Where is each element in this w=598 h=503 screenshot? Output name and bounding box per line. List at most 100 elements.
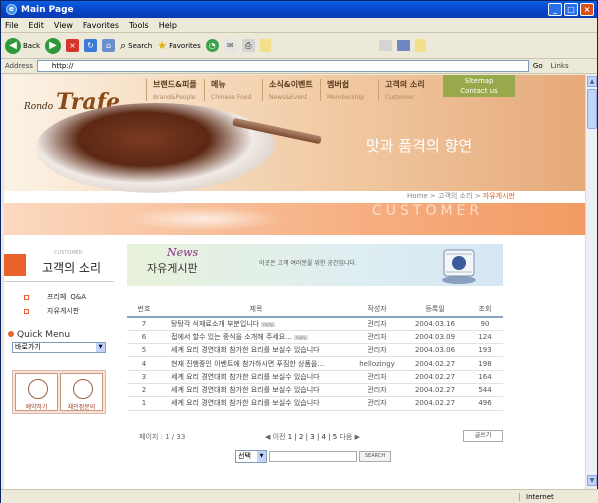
close-button[interactable]: × [580, 3, 594, 16]
nav-customer[interactable]: 고객의 소리 Customer [378, 79, 436, 101]
back-button[interactable]: ◀ Back [5, 37, 40, 54]
col-title: 제목 [161, 301, 351, 318]
row-author: 관리자 [351, 370, 403, 384]
row-views: 544 [467, 383, 503, 398]
address-bar: Address http:// Go Links [1, 59, 597, 74]
status-bar: Internet [1, 489, 598, 503]
forward-button[interactable]: ▶ [45, 37, 61, 54]
next-link[interactable]: 다음 ▶ [339, 433, 360, 441]
title-bar: e Main Page _ □ × [1, 1, 597, 18]
side-menu-qna[interactable]: 프리페 Q&A [24, 292, 86, 302]
menu-help[interactable]: Help [159, 21, 177, 30]
table-row[interactable]: 1 세계 요리 경연대회 참가한 요리를 보실수 있습니다 관리자 2004.02.2… [127, 396, 503, 411]
row-author: 관리자 [351, 343, 403, 358]
scroll-up-arrow[interactable]: ▲ [587, 76, 597, 87]
global-nav: 브랜드&피플 Brand&People 메뉴 Chinese Food 소식&이벤트… [146, 79, 436, 101]
scroll-thumb[interactable] [587, 89, 597, 129]
history-button[interactable]: ◔ [205, 39, 219, 52]
favorites-button[interactable]: ★ Favorites [157, 39, 201, 52]
table-row[interactable]: 7 탕탕각 식재료소개 부분입니다 reply 관리자 2004.03.16 90 [127, 317, 503, 331]
reply-badge: reply [293, 334, 308, 340]
tool-button-2[interactable] [396, 40, 410, 51]
row-title[interactable]: 세계 요리 경연대회 참가한 요리를 보실수 있습니다 [161, 370, 351, 384]
nav-membership[interactable]: 멤버쉽 Membership [320, 79, 378, 101]
tool-button-3[interactable] [414, 39, 426, 52]
bullet-icon [24, 308, 29, 314]
search-button[interactable]: ⌕ Search [120, 39, 152, 53]
quick-menu-icon [8, 331, 14, 337]
search-field-select[interactable]: 선택 ▼ [235, 450, 267, 463]
nav-menu[interactable]: 메뉴 Chinese Food [204, 79, 262, 101]
table-row[interactable]: 3 세계 요리 경연대회 참가한 요리를 보실수 있습니다 관리자 2004.02.2… [127, 370, 503, 384]
row-title[interactable]: 세계 요리 경연대회 참가한 요리를 보실수 있습니다 [161, 343, 351, 358]
address-label: Address [5, 62, 33, 70]
links-button[interactable]: Links [551, 62, 569, 70]
side-title-en: CUSTOMER [54, 250, 83, 256]
menu-favorites[interactable]: Favorites [83, 21, 119, 30]
row-no: 4 [127, 356, 161, 371]
maximize-button[interactable]: □ [564, 3, 578, 16]
search-input[interactable] [269, 451, 357, 462]
row-author: hellozingy [351, 356, 403, 371]
chevron-down-icon: ▼ [96, 343, 105, 352]
row-title[interactable]: 접에서 할수 있는 중식을 소개해 주세요... reply [161, 330, 351, 345]
sitemap-box: Sitemap Contact us [443, 75, 515, 97]
write-button[interactable]: 글쓰기 [463, 430, 503, 442]
table-row[interactable]: 6 접에서 할수 있는 중식을 소개해 주세요... reply 관리자 2004.03… [127, 330, 503, 345]
table-row[interactable]: 2 세계 요리 경연대회 참가한 요리를 보실수 있습니다 관리자 2004.02.2… [127, 383, 503, 398]
row-author: 관리자 [351, 396, 403, 411]
edit-button[interactable] [259, 39, 271, 52]
side-menu-board[interactable]: 자유게시판 [24, 306, 79, 316]
contact-link[interactable]: Contact us [443, 86, 515, 96]
col-date: 등록일 [403, 301, 467, 318]
table-row[interactable]: 5 세계 요리 경연대회 참가한 요리를 보실수 있습니다 관리자 2004.03.0… [127, 343, 503, 358]
scroll-down-arrow[interactable]: ▼ [587, 475, 597, 486]
breadcrumb-home[interactable]: Home [407, 192, 428, 200]
quick-menu-label: Quick Menu [8, 330, 70, 340]
print-button[interactable]: ⎙ [241, 39, 255, 52]
breadcrumb-mid[interactable]: 고객의 소리 [438, 192, 472, 200]
quick-menu-select[interactable]: 바로가기 ▼ [12, 342, 106, 353]
menu-file[interactable]: File [5, 21, 18, 30]
vertical-scrollbar[interactable]: ▲ ▼ [585, 75, 597, 489]
table-row[interactable]: 4 현재 진행중인 이벤트에 참가하시면 푸짐한 상품을... hellozingy… [127, 356, 503, 371]
row-date: 2004.02.27 [403, 370, 467, 384]
board-title: 자유게시판 [147, 262, 198, 275]
side-title-ko: 고객의 소리 [42, 261, 102, 275]
nav-news[interactable]: 소식&이벤트 News&Event [262, 79, 320, 101]
reply-badge: reply [261, 321, 276, 327]
menu-edit[interactable]: Edit [28, 21, 44, 30]
row-title[interactable]: 탕탕각 식재료소개 부분입니다 reply [161, 317, 351, 331]
page-numbers[interactable]: 1 | 2 | 3 | 4 | 5 [288, 433, 338, 441]
sitemap-link[interactable]: Sitemap [443, 76, 515, 86]
refresh-button[interactable]: ↻ [84, 39, 97, 52]
row-title[interactable]: 세계 요리 경연대회 참가한 요리를 보실수 있습니다 [161, 396, 351, 411]
go-button[interactable]: Go [533, 62, 543, 70]
discuss-icon[interactable] [358, 38, 374, 54]
row-title[interactable]: 세계 요리 경연대회 참가한 요리를 보실수 있습니다 [161, 383, 351, 398]
reservation-banner[interactable]: 예약하기 [15, 373, 58, 411]
minimize-button[interactable]: _ [548, 3, 562, 16]
row-no: 3 [127, 370, 161, 384]
row-views: 496 [467, 396, 503, 411]
row-no: 6 [127, 330, 161, 345]
menu-tools[interactable]: Tools [129, 21, 149, 30]
stop-button[interactable]: × [66, 39, 79, 52]
tool-button-1[interactable] [378, 40, 392, 51]
address-input[interactable]: http:// [36, 60, 529, 72]
mail-button[interactable]: ✉ [223, 39, 237, 52]
side-title: CUSTOMER 고객의 소리 [4, 250, 114, 282]
board-description: 이곳은 고객 여러분을 위한 공간입니다. [259, 260, 357, 267]
prev-link[interactable]: ◀ 이전 [265, 433, 286, 441]
franchise-banner[interactable]: 체인점문의 [60, 373, 103, 411]
search-submit-button[interactable]: SEARCH [359, 451, 391, 462]
row-title[interactable]: 현재 진행중인 이벤트에 참가하시면 푸짐한 상품을... [161, 356, 351, 371]
hero-slogan: 맛과 품격의 향연 [366, 137, 473, 155]
board-table: 번호 제목 작성자 등록일 조회 7 탕탕각 식재료소개 부분입니다 reply 관리… [127, 301, 503, 411]
home-button[interactable]: ⌂ [102, 39, 115, 52]
row-date: 2004.02.27 [403, 356, 467, 371]
board-search: 선택 ▼ SEARCH [235, 450, 391, 463]
star-icon: ★ [157, 39, 168, 52]
menu-view[interactable]: View [54, 21, 73, 30]
nav-brand[interactable]: 브랜드&피플 Brand&People [146, 79, 204, 101]
